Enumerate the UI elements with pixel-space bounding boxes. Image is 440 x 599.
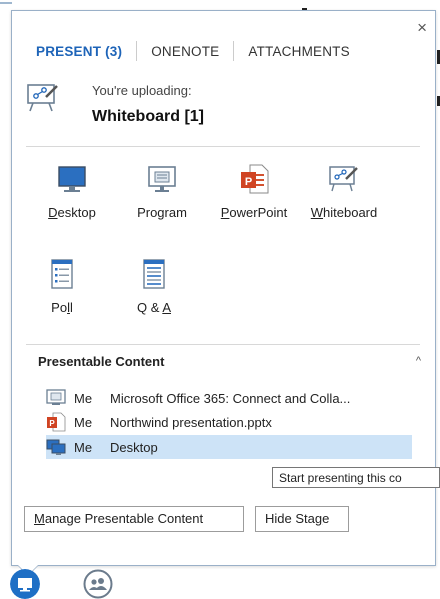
option-label: Program bbox=[137, 205, 187, 220]
background-window bbox=[0, 0, 440, 10]
divider bbox=[26, 344, 420, 345]
whiteboard-icon bbox=[27, 84, 58, 112]
uploading-label: You're uploading: bbox=[92, 83, 192, 98]
presenter-name: Me bbox=[74, 414, 93, 430]
present-program-option[interactable]: Program bbox=[130, 163, 194, 220]
content-name: Northwind presentation.pptx bbox=[110, 414, 272, 430]
content-name: Microsoft Office 365: Connect and Colla.… bbox=[110, 390, 351, 406]
hide-stage-button[interactable]: Hide Stage bbox=[255, 506, 349, 532]
manage-presentable-content-button[interactable]: Manage Presentable Content bbox=[24, 506, 244, 532]
presentable-item[interactable]: Me Microsoft Office 365: Connect and Col… bbox=[46, 386, 412, 410]
presentable-item[interactable]: P Me Northwind presentation.pptx bbox=[46, 410, 412, 434]
powerpoint-icon: P bbox=[47, 412, 66, 432]
divider bbox=[26, 146, 420, 147]
tab-divider bbox=[136, 41, 138, 61]
tab-bar: PRESENT (3) ONENOTE ATTACHMENTS bbox=[36, 41, 350, 61]
tab-attachments[interactable]: ATTACHMENTS bbox=[248, 44, 349, 59]
desktop-screens-icon bbox=[46, 439, 66, 455]
option-label: Whiteboard bbox=[310, 205, 378, 220]
background-divider bbox=[0, 2, 12, 4]
option-label: Q & A bbox=[137, 300, 171, 315]
uploading-title: Whiteboard [1] bbox=[92, 108, 204, 125]
tab-present[interactable]: PRESENT (3) bbox=[36, 44, 122, 59]
collapse-chevron-icon[interactable]: ^ bbox=[416, 355, 421, 367]
powerpoint-icon: P bbox=[241, 164, 269, 194]
content-name: Desktop bbox=[110, 439, 158, 455]
program-window-icon bbox=[148, 166, 176, 192]
option-label: PowerPoint bbox=[220, 205, 288, 220]
svg-text:P: P bbox=[49, 419, 55, 428]
close-icon[interactable]: × bbox=[417, 19, 427, 36]
presenter-name: Me bbox=[74, 439, 93, 455]
program-window-icon bbox=[46, 389, 66, 405]
option-label: Poll bbox=[51, 300, 73, 315]
presentable-item[interactable]: Me Desktop bbox=[46, 435, 412, 459]
svg-text:P: P bbox=[245, 176, 252, 188]
presentable-content-header: Presentable Content bbox=[38, 354, 165, 369]
monitor-icon bbox=[58, 166, 86, 192]
tab-onenote[interactable]: ONENOTE bbox=[151, 44, 219, 59]
poll-icon bbox=[51, 259, 73, 289]
qa-icon bbox=[143, 259, 165, 289]
tooltip: Start presenting this co bbox=[272, 467, 440, 488]
present-powerpoint-option[interactable]: P PowerPoint bbox=[212, 163, 296, 220]
poll-option[interactable]: Poll bbox=[42, 258, 82, 315]
qa-option[interactable]: Q & A bbox=[130, 258, 178, 315]
present-whiteboard-option[interactable]: Whiteboard bbox=[302, 163, 386, 220]
presenter-name: Me bbox=[74, 390, 93, 406]
whiteboard-icon bbox=[329, 166, 358, 192]
tab-divider bbox=[233, 41, 235, 61]
present-desktop-option[interactable]: Desktop bbox=[42, 163, 102, 220]
option-label: Desktop bbox=[48, 205, 96, 220]
